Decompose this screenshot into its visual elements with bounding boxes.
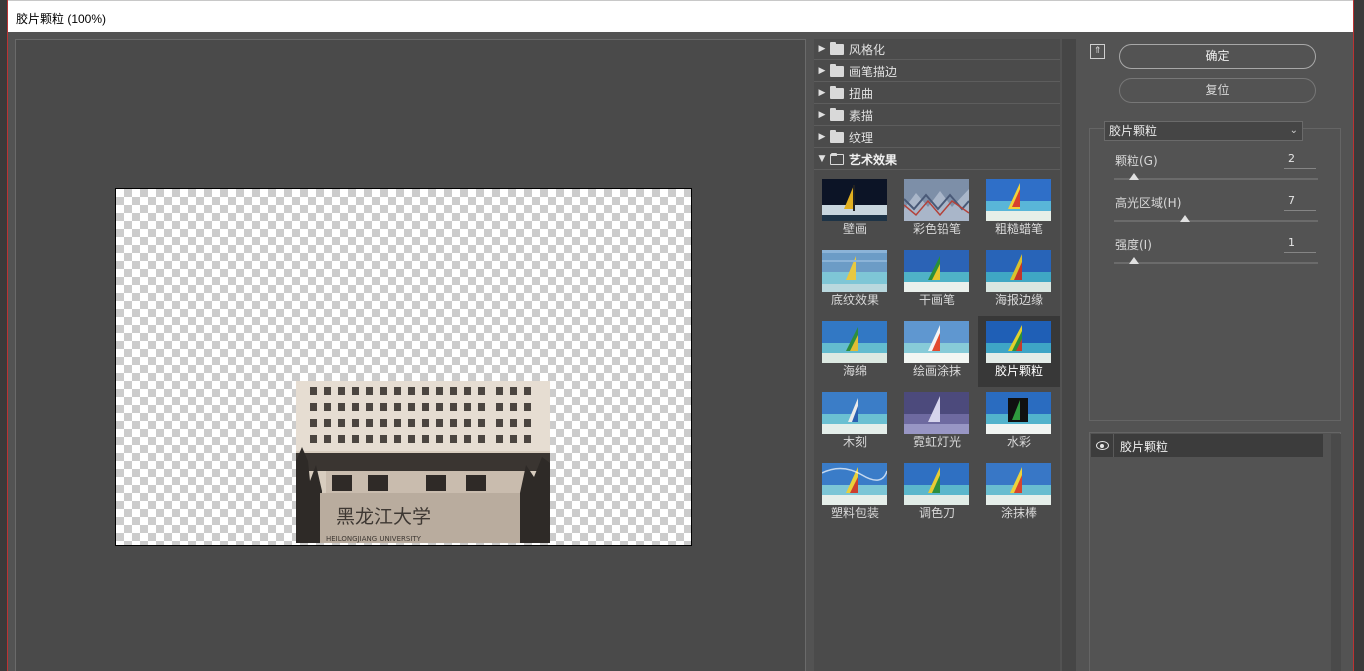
folder-icon	[830, 63, 844, 77]
filter-list-panel: ▶ 风格化 ▶ 画笔描边 ▶ 扭曲 ▶ 素描 ▶ 纹理 ▼ 艺术效果 壁画 彩色…	[814, 39, 1060, 671]
slider-knob[interactable]	[1180, 215, 1191, 222]
expand-arrow-icon: ▶	[818, 66, 826, 76]
category-brush-strokes[interactable]: ▶ 画笔描边	[814, 61, 1060, 82]
chevron-down-icon: ⌄	[1289, 125, 1298, 136]
slider-knob[interactable]	[1129, 173, 1140, 180]
filter-select-dropdown[interactable]: 胶片颗粒 ⌄	[1104, 121, 1303, 141]
university-building-image: 黑龙江大学 HEILONGJIANG UNIVERSITY	[296, 381, 550, 543]
collapse-gallery-button[interactable]: ⇑	[1090, 44, 1105, 59]
collapse-arrow-icon: ▼	[818, 154, 826, 164]
thumbnail-image	[822, 392, 887, 434]
highlight-area-value-field[interactable]: 7	[1284, 193, 1316, 211]
filter-select-value: 胶片颗粒	[1109, 124, 1158, 138]
folder-icon	[830, 85, 844, 99]
expand-arrow-icon: ▶	[818, 88, 826, 98]
reset-button[interactable]: 复位	[1119, 78, 1316, 103]
filter-poster-edges[interactable]: 海报边缘	[978, 245, 1060, 316]
filter-settings-panel	[1089, 128, 1341, 421]
filter-list-scrollbar[interactable]	[1062, 39, 1076, 671]
visibility-toggle[interactable]	[1091, 434, 1114, 457]
filter-fresco[interactable]: 壁画	[814, 174, 896, 245]
highlight-area-label: 高光区域(H)	[1115, 196, 1182, 210]
category-sketch[interactable]: ▶ 素描	[814, 105, 1060, 126]
filter-dry-brush[interactable]: 干画笔	[896, 245, 978, 316]
eye-icon	[1096, 441, 1109, 450]
expand-arrow-icon: ▶	[818, 132, 826, 142]
filter-gallery-dialog: 黑龙江大学 HEILONGJIANG UNIVERSITY ▶ 风格化 ▶ 画笔…	[8, 32, 1353, 671]
filter-underpainting[interactable]: 底纹效果	[814, 245, 896, 316]
filter-paint-daubs[interactable]: 绘画涂抹	[896, 316, 978, 387]
filter-neon-glow[interactable]: 霓虹灯光	[896, 387, 978, 458]
folder-icon	[830, 129, 844, 143]
effect-layers-panel	[1089, 432, 1341, 671]
transparent-canvas: 黑龙江大学 HEILONGJIANG UNIVERSITY	[115, 188, 692, 546]
filter-plastic-wrap[interactable]: 塑料包装	[814, 458, 896, 529]
grain-value-field[interactable]: 2	[1284, 151, 1316, 169]
expand-arrow-icon: ▶	[818, 44, 826, 54]
window-left-edge	[0, 0, 8, 671]
intensity-label: 强度(I)	[1115, 238, 1152, 252]
thumbnail-image	[904, 321, 969, 363]
intensity-value-field[interactable]: 1	[1284, 235, 1316, 253]
sign-text: 黑龙江大学	[336, 506, 431, 528]
filter-film-grain[interactable]: 胶片颗粒	[978, 316, 1060, 387]
category-stylize[interactable]: ▶ 风格化	[814, 39, 1060, 60]
window-title: 胶片颗粒 (100%)	[16, 12, 107, 26]
thumbnail-image	[822, 463, 887, 505]
thumbnail-image	[986, 179, 1051, 221]
thumbnail-image	[904, 250, 969, 292]
thumbnail-image	[904, 392, 969, 434]
intensity-slider[interactable]	[1114, 257, 1318, 264]
filter-sponge[interactable]: 海绵	[814, 316, 896, 387]
title-bar: 胶片颗粒 (100%)	[8, 0, 1353, 32]
thumbnail-image	[904, 179, 969, 221]
thumbnail-image	[986, 250, 1051, 292]
filter-colored-pencil[interactable]: 彩色铅笔	[896, 174, 978, 245]
preview-area[interactable]: 黑龙江大学 HEILONGJIANG UNIVERSITY	[15, 39, 806, 671]
thumbnail-image	[822, 179, 887, 221]
window-right-edge	[1353, 0, 1364, 671]
thumbnail-image	[822, 321, 887, 363]
filter-watercolor[interactable]: 水彩	[978, 387, 1060, 458]
highlight-area-slider[interactable]	[1114, 215, 1318, 222]
filter-rough-pastels[interactable]: 粗糙蜡笔	[978, 174, 1060, 245]
grain-label: 颗粒(G)	[1115, 154, 1158, 168]
category-texture[interactable]: ▶ 纹理	[814, 127, 1060, 148]
filter-cutout[interactable]: 木刻	[814, 387, 896, 458]
folder-icon	[830, 41, 844, 55]
filter-thumbnails: 壁画 彩色铅笔 粗糙蜡笔 底纹效果 干画笔 海报边缘 海绵 绘画涂抹 胶片颗粒 …	[814, 174, 1060, 529]
thumbnail-image	[822, 250, 887, 292]
slider-knob[interactable]	[1129, 257, 1140, 264]
ok-button[interactable]: 确定	[1119, 44, 1316, 69]
thumbnail-image	[986, 321, 1051, 363]
sign-subtext: HEILONGJIANG UNIVERSITY	[326, 535, 422, 543]
category-distort[interactable]: ▶ 扭曲	[814, 83, 1060, 104]
thumbnail-image	[904, 463, 969, 505]
effect-layer-row[interactable]: 胶片颗粒	[1091, 434, 1323, 457]
thumbnail-image	[986, 392, 1051, 434]
layers-scrollbar[interactable]	[1331, 434, 1341, 671]
expand-arrow-icon: ▶	[818, 110, 826, 120]
filter-smudge-stick[interactable]: 涂抹棒	[978, 458, 1060, 529]
thumbnail-image	[986, 463, 1051, 505]
folder-icon	[830, 107, 844, 121]
filter-palette-knife[interactable]: 调色刀	[896, 458, 978, 529]
category-artistic[interactable]: ▼ 艺术效果	[814, 149, 1060, 170]
effect-layer-name: 胶片颗粒	[1120, 440, 1169, 454]
grain-slider[interactable]	[1114, 173, 1318, 180]
open-folder-icon	[830, 152, 844, 165]
preview-photo: 黑龙江大学 HEILONGJIANG UNIVERSITY	[296, 381, 550, 543]
